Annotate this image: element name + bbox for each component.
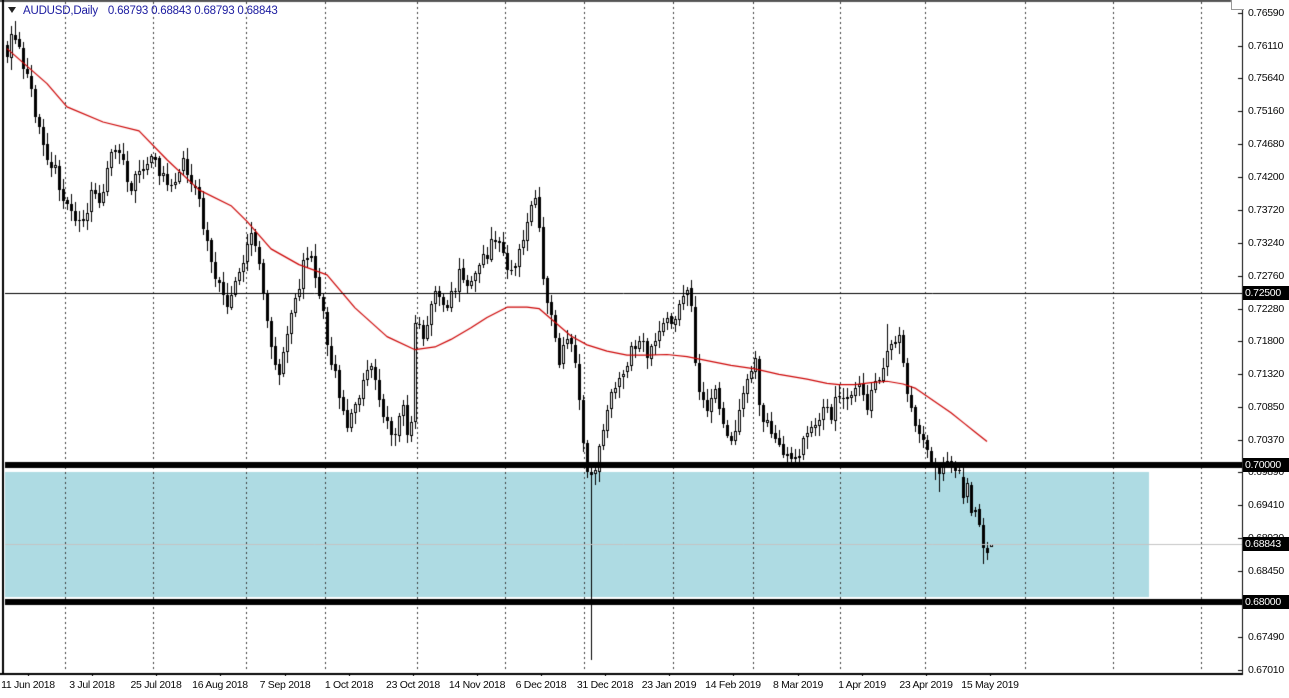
y-axis-label: 0.76590 <box>1248 7 1288 19</box>
x-axis-label: 14 Feb 2019 <box>698 679 768 691</box>
y-axis-label: 0.73720 <box>1248 204 1288 216</box>
current-price-badge: 0.68843 <box>1243 537 1289 551</box>
chart-shift-marker[interactable] <box>1231 0 1244 10</box>
symbol-period-label: AUDUSD,Daily <box>23 5 98 17</box>
price-level-badge: 0.72500 <box>1243 286 1289 300</box>
y-axis-label: 0.72760 <box>1248 270 1288 282</box>
x-axis-label: 23 Oct 2018 <box>378 679 448 691</box>
y-axis-label: 0.76110 <box>1248 40 1288 52</box>
x-axis-label: 8 Mar 2019 <box>763 679 833 691</box>
x-axis-label: 16 Aug 2018 <box>185 679 255 691</box>
y-axis-label: 0.73240 <box>1248 237 1288 249</box>
x-axis-label: 3 Jul 2018 <box>57 679 127 691</box>
price-level-badge: 0.70000 <box>1243 458 1289 472</box>
y-axis-label: 0.75640 <box>1248 72 1288 84</box>
x-axis-label: 1 Oct 2018 <box>314 679 384 691</box>
y-axis-label: 0.72280 <box>1248 303 1288 315</box>
x-axis-label: 6 Dec 2018 <box>506 679 576 691</box>
y-axis-label: 0.69410 <box>1248 499 1288 511</box>
chart-window: AUDUSD,Daily 0.68793 0.68843 0.68793 0.68… <box>0 0 1289 698</box>
y-axis-label: 0.74200 <box>1248 171 1288 183</box>
x-axis-label: 1 Apr 2019 <box>827 679 897 691</box>
x-axis-label: 23 Apr 2019 <box>891 679 961 691</box>
y-axis-label: 0.70850 <box>1248 401 1288 413</box>
x-axis-label: 11 Jun 2018 <box>0 679 63 691</box>
x-axis-label: 15 May 2019 <box>955 679 1025 691</box>
triangle-down-icon[interactable] <box>8 7 16 13</box>
ohlc-values: 0.68793 0.68843 0.68793 0.68843 <box>108 5 278 17</box>
x-axis-label: 31 Dec 2018 <box>570 679 640 691</box>
y-axis-label: 0.70370 <box>1248 434 1288 446</box>
x-axis-label: 25 Jul 2018 <box>121 679 191 691</box>
y-axis-label: 0.71800 <box>1248 335 1288 347</box>
y-axis-label: 0.68450 <box>1248 565 1288 577</box>
chart-title: AUDUSD,Daily 0.68793 0.68843 0.68793 0.68… <box>8 5 278 17</box>
x-axis-label: 23 Jan 2019 <box>634 679 704 691</box>
x-axis-label: 7 Sep 2018 <box>250 679 320 691</box>
y-axis-label: 0.75160 <box>1248 105 1288 117</box>
y-axis-label: 0.71320 <box>1248 368 1288 380</box>
x-axis-label: 14 Nov 2018 <box>442 679 512 691</box>
y-axis-label: 0.74680 <box>1248 138 1288 150</box>
y-axis-label: 0.67010 <box>1248 664 1288 676</box>
price-level-badge: 0.68000 <box>1243 595 1289 609</box>
y-axis-label: 0.67490 <box>1248 631 1288 643</box>
price-chart-canvas[interactable] <box>0 0 1246 676</box>
